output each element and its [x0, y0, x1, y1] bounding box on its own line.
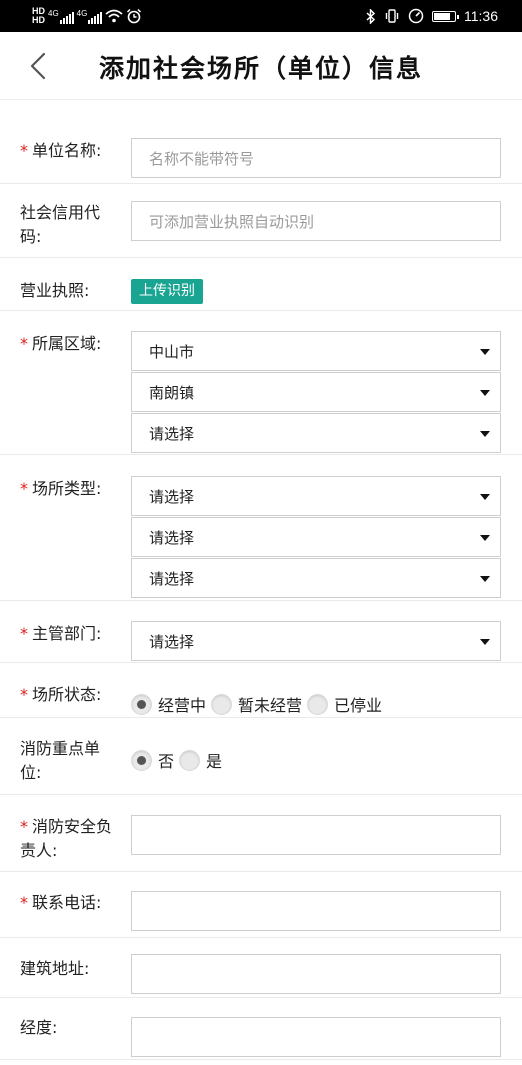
radio-closed[interactable]: 已停业	[307, 692, 382, 716]
venue-status-label: * 场所状态:	[20, 685, 102, 704]
chevron-down-icon	[480, 576, 490, 582]
bluetooth-icon	[366, 8, 376, 24]
radio-unchecked-icon[interactable]	[307, 693, 329, 715]
venue-status-radio-group: 经营中 暂未经营 已停业	[131, 692, 387, 716]
unit-name-label: * 单位名称:	[20, 141, 102, 160]
fire-safety-person-input[interactable]	[131, 815, 501, 855]
status-time: 11:36	[464, 8, 498, 24]
status-left: HD HD 4G 4G	[32, 4, 142, 28]
radio-operating[interactable]: 经营中	[131, 692, 206, 716]
longitude-label: 经度:	[20, 1018, 58, 1037]
venue-type-select-2[interactable]: 请选择	[131, 517, 501, 557]
chevron-down-icon	[480, 431, 490, 437]
radio-no[interactable]: 否	[131, 748, 174, 772]
address-label: 建筑地址:	[20, 959, 90, 978]
fire-safety-person-label: * 消防安全负责人:	[20, 817, 113, 860]
fire-safety-person-row: * 消防安全负责人:	[0, 795, 522, 872]
license-row: 营业执照:	[0, 258, 522, 311]
chevron-down-icon	[480, 390, 490, 396]
radio-unchecked-icon[interactable]	[211, 693, 233, 715]
venue-type-label: * 场所类型:	[20, 479, 102, 498]
credit-code-label: 社会信用代码:	[20, 203, 101, 246]
signal-4g-icon: 4G	[77, 9, 103, 24]
radio-checked-icon[interactable]	[131, 693, 152, 715]
credit-code-input[interactable]: 可添加营业执照自动识别	[131, 201, 501, 241]
chevron-down-icon	[480, 349, 490, 355]
license-label: 营业执照:	[20, 281, 90, 300]
region-town-select[interactable]: 南朗镇	[131, 372, 501, 412]
region-label: * 所属区域:	[20, 334, 102, 353]
required-mark: *	[20, 479, 28, 498]
fire-key-unit-radio-group: 否 是	[131, 748, 227, 772]
longitude-row: 经度:	[0, 998, 522, 1060]
radio-not-operating[interactable]: 暂未经营	[211, 692, 302, 716]
alarm-icon	[127, 8, 142, 24]
radio-unchecked-icon[interactable]	[179, 749, 201, 771]
page-header: 添加社会场所（单位）信息	[0, 32, 522, 100]
chevron-down-icon	[480, 639, 490, 645]
fire-key-unit-label: 消防重点单位:	[20, 739, 101, 782]
department-label: * 主管部门:	[20, 624, 102, 643]
venue-type-select-3[interactable]: 请选择	[131, 558, 501, 598]
region-row: * 所属区域: 中山市 南朗镇 请选择	[0, 311, 522, 455]
status-bar: HD HD 4G 4G 11:36	[0, 0, 522, 32]
hd-icon: HD HD	[32, 6, 45, 25]
required-mark: *	[20, 817, 28, 836]
venue-type-row: * 场所类型: 请选择 请选择 请选择	[0, 455, 522, 601]
department-select[interactable]: 请选择	[131, 621, 501, 661]
phone-input[interactable]	[131, 891, 501, 931]
credit-code-row: 社会信用代码: 可添加营业执照自动识别	[0, 184, 522, 258]
region-city-select[interactable]: 中山市	[131, 331, 501, 371]
unit-name-row: * 单位名称: 名称不能带符号	[0, 122, 522, 184]
signal-4g-icon: 4G	[48, 9, 74, 24]
address-input[interactable]	[131, 954, 501, 994]
venue-status-row: * 场所状态: 经营中 暂未经营 已停业	[0, 663, 522, 718]
unit-name-input[interactable]: 名称不能带符号	[131, 138, 501, 178]
required-mark: *	[20, 141, 28, 160]
longitude-input[interactable]	[131, 1017, 501, 1057]
wifi-icon	[105, 9, 123, 23]
page-title: 添加社会场所（单位）信息	[98, 54, 423, 83]
battery-icon	[432, 10, 459, 22]
chevron-down-icon	[480, 494, 490, 500]
radio-checked-icon[interactable]	[131, 749, 152, 771]
fire-key-unit-row: 消防重点单位: 否 是	[0, 718, 522, 795]
region-area-select[interactable]: 请选择	[131, 413, 501, 453]
chevron-down-icon	[480, 535, 490, 541]
required-mark: *	[20, 624, 28, 643]
phone-row: * 联系电话:	[0, 872, 522, 938]
radio-yes[interactable]: 是	[179, 748, 222, 772]
address-row: 建筑地址:	[0, 938, 522, 998]
speedometer-icon	[408, 8, 424, 24]
upload-recognize-button[interactable]: 上传识别	[131, 279, 203, 304]
department-row: * 主管部门: 请选择	[0, 601, 522, 663]
status-right: 11:36	[366, 4, 498, 28]
required-mark: *	[20, 893, 28, 912]
vibrate-icon	[385, 9, 399, 23]
venue-type-select-1[interactable]: 请选择	[131, 476, 501, 516]
phone-label: * 联系电话:	[20, 893, 102, 912]
required-mark: *	[20, 334, 28, 353]
required-mark: *	[20, 685, 28, 704]
